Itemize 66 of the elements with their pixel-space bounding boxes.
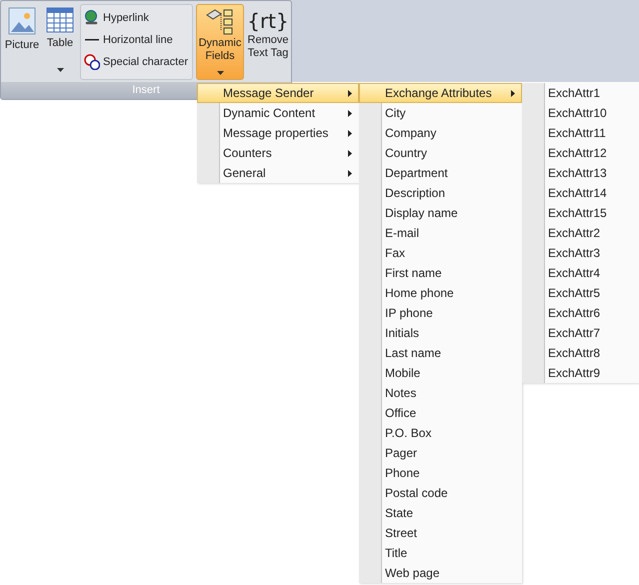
caret-icon [56, 68, 64, 72]
submenu-arrow-icon [511, 90, 515, 96]
menu-item[interactable]: P.O. Box [359, 423, 522, 443]
picture-button[interactable]: Picture [4, 4, 40, 80]
menu-item[interactable]: ExchAttr11 [522, 123, 639, 143]
globe-link-icon [84, 10, 100, 26]
menu-item[interactable]: Country [359, 143, 522, 163]
menu-item[interactable]: Initials [359, 323, 522, 343]
menu-item[interactable]: Description [359, 183, 522, 203]
remove-text-tag-button[interactable]: {rt} Remove Text Tag [246, 4, 290, 60]
menu-item[interactable]: Counters [197, 143, 359, 163]
picture-icon [8, 7, 36, 35]
menu-item[interactable]: Department [359, 163, 522, 183]
menu-item[interactable]: IP phone [359, 303, 522, 323]
menu-item[interactable]: Last name [359, 343, 522, 363]
submenu-arrow-icon [348, 170, 352, 176]
menu-item[interactable]: Web page [359, 563, 522, 583]
folders-icon [205, 7, 235, 37]
menu-item[interactable]: Office [359, 403, 522, 423]
menu-item[interactable]: City [359, 103, 522, 123]
menu-item[interactable]: Dynamic Content [197, 103, 359, 123]
menu-item[interactable]: E-mail [359, 223, 522, 243]
menu-item[interactable]: Home phone [359, 283, 522, 303]
table-icon [46, 7, 74, 33]
menu-item[interactable]: Notes [359, 383, 522, 403]
menu-item[interactable]: Postal code [359, 483, 522, 503]
menu-item[interactable]: ExchAttr7 [522, 323, 639, 343]
submenu-arrow-icon [348, 130, 352, 136]
menu-item[interactable]: Pager [359, 443, 522, 463]
menu-item[interactable]: ExchAttr9 [522, 363, 639, 383]
table-button[interactable]: Table [42, 4, 78, 80]
menu-item[interactable]: Message properties [197, 123, 359, 143]
submenu-arrow-icon [348, 110, 352, 116]
special-button[interactable]: Special character [81, 51, 192, 73]
menu-item[interactable]: Fax [359, 243, 522, 263]
menu-item[interactable]: ExchAttr2 [522, 223, 639, 243]
submenu-arrow-icon [348, 150, 352, 156]
menu-item[interactable]: ExchAttr15 [522, 203, 639, 223]
menu-item[interactable]: ExchAttr6 [522, 303, 639, 323]
submenu-arrow-icon [348, 90, 352, 96]
line-icon [85, 39, 99, 41]
caret-icon [216, 71, 224, 75]
menu-item[interactable]: First name [359, 263, 522, 283]
menu-item[interactable]: ExchAttr13 [522, 163, 639, 183]
menu-item[interactable]: State [359, 503, 522, 523]
menu-item[interactable]: Street [359, 523, 522, 543]
menu-item[interactable]: ExchAttr4 [522, 263, 639, 283]
menu-item[interactable]: Mobile [359, 363, 522, 383]
menu-item[interactable]: Company [359, 123, 522, 143]
menu-item[interactable]: Exchange Attributes [359, 83, 522, 103]
menu-item[interactable]: ExchAttr3 [522, 243, 639, 263]
menu-item[interactable]: ExchAttr1 [522, 83, 639, 103]
menu-item[interactable]: Phone [359, 463, 522, 483]
dynamic-fields-button[interactable]: Dynamic Fields [196, 4, 244, 80]
menu-item[interactable]: Title [359, 543, 522, 563]
menu-item[interactable]: ExchAttr12 [522, 143, 639, 163]
menu-item[interactable]: General [197, 163, 359, 183]
special-character-icon [84, 54, 100, 70]
line-button[interactable]: Horizontal line [81, 29, 192, 51]
menu-item[interactable]: ExchAttr10 [522, 103, 639, 123]
hyperlink-button[interactable]: Hyperlink [81, 7, 192, 29]
menu-item[interactable]: ExchAttr5 [522, 283, 639, 303]
menu-item[interactable]: ExchAttr14 [522, 183, 639, 203]
menu-item[interactable]: Display name [359, 203, 522, 223]
menu-item[interactable]: Message Sender [197, 83, 359, 103]
menu-item[interactable]: ExchAttr8 [522, 343, 639, 363]
